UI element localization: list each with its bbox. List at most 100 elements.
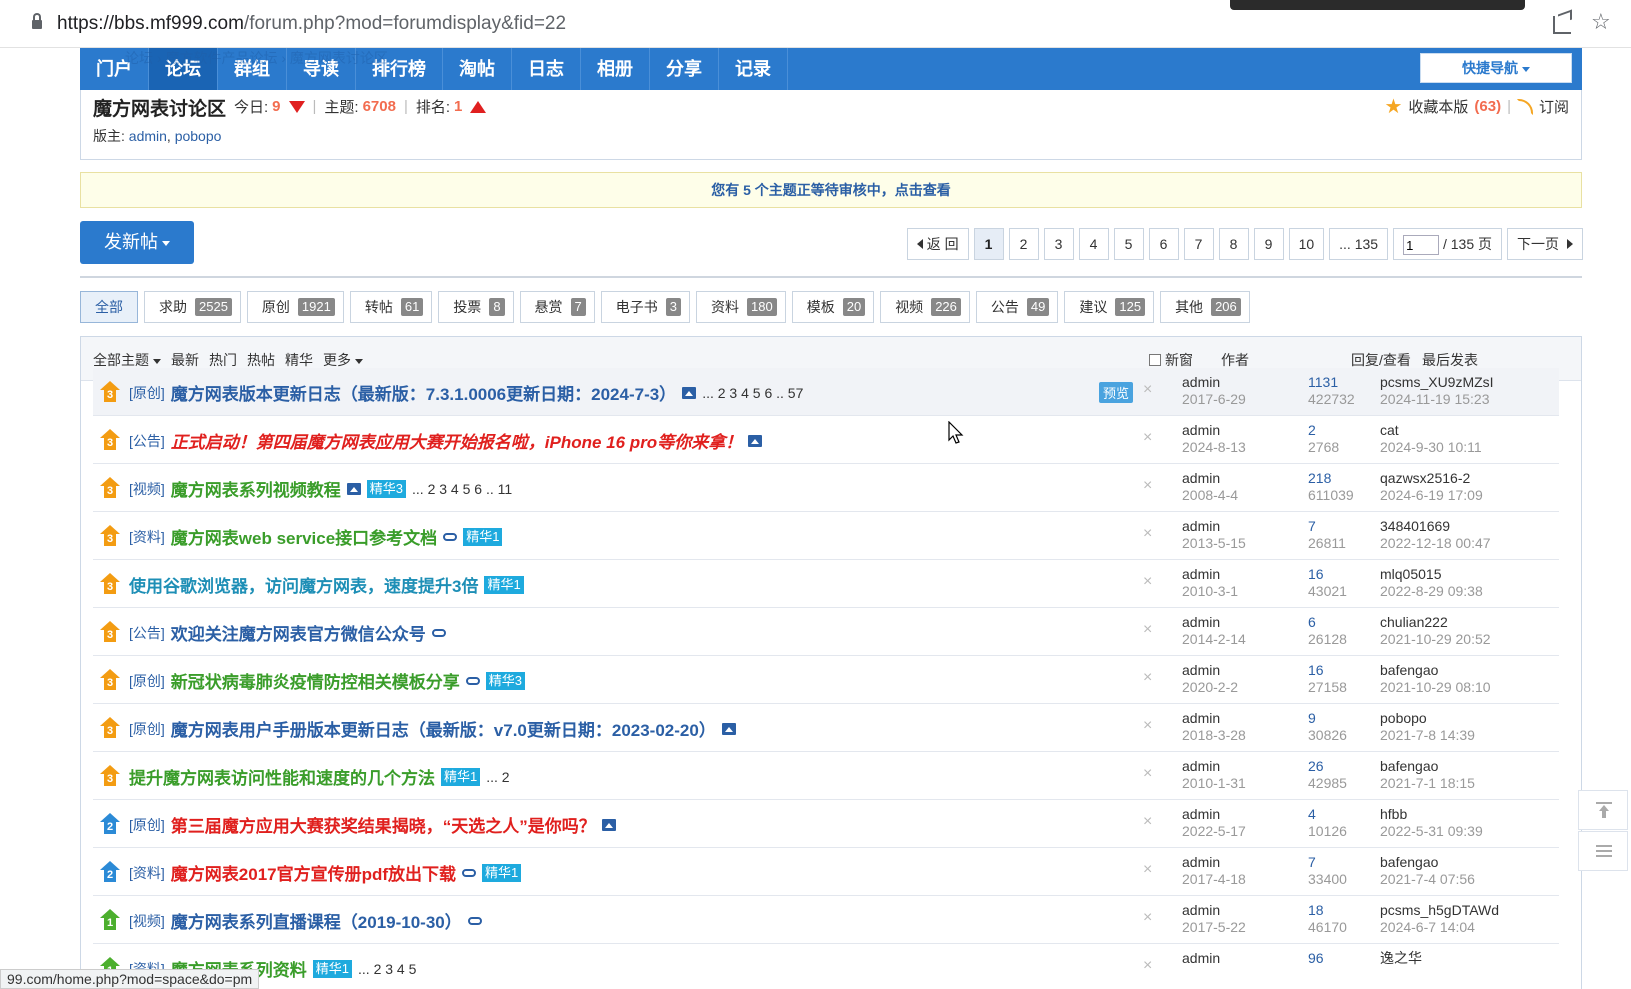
reply-count[interactable]: 6: [1308, 614, 1347, 631]
close-icon[interactable]: ×: [1143, 477, 1152, 495]
thread-row[interactable]: 3 [公告] 正式启动！第四届魔方网表应用大赛开始报名啦，iPhone 16 pro…: [93, 416, 1559, 464]
last-post-time[interactable]: 2022-5-31 09:39: [1380, 823, 1483, 840]
nav-item[interactable]: 相册: [581, 48, 650, 90]
thread-row[interactable]: 2 [资料] 魔方网表2017官方宣传册pdf放出下载 精华1 × admin 2017-4…: [93, 848, 1559, 896]
thread-row[interactable]: 3 [原创] 魔方网表版本更新日志（最新版：7.3.1.0006更新日期：2024-…: [93, 368, 1559, 416]
last-post-time[interactable]: 2022-12-18 00:47: [1380, 535, 1491, 552]
last-poster-link[interactable]: 逸之华: [1380, 950, 1422, 967]
thread-category-link[interactable]: [公告]: [129, 623, 165, 643]
page-link[interactable]: 4: [1078, 228, 1109, 260]
close-icon[interactable]: ×: [1143, 909, 1152, 927]
last-poster-link[interactable]: hfbb: [1380, 806, 1483, 823]
reply-count[interactable]: 218: [1308, 470, 1354, 487]
pager-back-button[interactable]: 返 回: [906, 228, 969, 260]
page-link[interactable]: 2: [1008, 228, 1039, 260]
last-post-time[interactable]: 2024-6-19 17:09: [1380, 487, 1483, 504]
last-poster-link[interactable]: bafengao: [1380, 854, 1475, 871]
subscribe-button[interactable]: 订阅: [1539, 96, 1569, 117]
page-link[interactable]: 6: [1148, 228, 1179, 260]
reply-count[interactable]: 9: [1308, 710, 1347, 727]
author-link[interactable]: admin: [1182, 374, 1246, 391]
last-post-time[interactable]: 2024-6-7 14:04: [1380, 919, 1499, 936]
type-filter[interactable]: 建议 125: [1064, 291, 1155, 323]
bookmark-star-icon[interactable]: ☆: [1591, 11, 1611, 33]
reply-count[interactable]: 1131: [1308, 374, 1355, 391]
last-post-time[interactable]: 2021-7-1 18:15: [1380, 775, 1475, 792]
preview-button[interactable]: 预览: [1099, 382, 1134, 403]
thread-category-link[interactable]: [资料]: [129, 527, 165, 547]
thread-row[interactable]: 3 提升魔方网表访问性能和速度的几个方法 精华1 ... 2 × admin 2010-1-…: [93, 752, 1559, 800]
thread-category-link[interactable]: [公告]: [129, 431, 165, 451]
author-link[interactable]: admin: [1182, 518, 1246, 535]
page-link[interactable]: ... 135: [1329, 228, 1389, 260]
type-filter[interactable]: 全部: [80, 291, 138, 323]
page-link[interactable]: 3: [1043, 228, 1074, 260]
close-icon[interactable]: ×: [1143, 621, 1152, 639]
thread-row[interactable]: 3 [原创] 新冠状病毒肺炎疫情防控相关模板分享 精华3 × admin 2020-2-2 1…: [93, 656, 1559, 704]
author-link[interactable]: admin: [1182, 902, 1246, 919]
type-filter[interactable]: 转帖 61: [349, 291, 433, 323]
thread-title-link[interactable]: 魔方网表web service接口参考文档: [171, 524, 437, 549]
last-post-time[interactable]: 2021-7-8 14:39: [1380, 727, 1475, 744]
moderator-link[interactable]: pobopo: [175, 128, 222, 144]
type-filter[interactable]: 公告 49: [975, 291, 1059, 323]
pager-next-button[interactable]: 下一页: [1507, 228, 1583, 260]
close-icon[interactable]: ×: [1143, 765, 1152, 783]
moderation-notice[interactable]: 您有 5 个主题正等待审核中，点击查看: [80, 172, 1582, 208]
page-link[interactable]: 5: [1113, 228, 1144, 260]
reply-count[interactable]: 26: [1308, 758, 1347, 775]
thread-category-link[interactable]: [原创]: [129, 815, 165, 835]
thread-row[interactable]: 3 [资料] 魔方网表web service接口参考文档 精华1 × admin 2013-…: [93, 512, 1559, 560]
page-link[interactable]: 9: [1253, 228, 1284, 260]
last-poster-link[interactable]: qazwsx2516-2: [1380, 470, 1483, 487]
thread-category-link[interactable]: [资料]: [129, 863, 165, 883]
last-post-time[interactable]: 2024-11-19 15:23: [1380, 391, 1494, 408]
close-icon[interactable]: ×: [1143, 813, 1152, 831]
type-filter[interactable]: 其他 206: [1160, 291, 1250, 323]
reply-count[interactable]: 4: [1308, 806, 1347, 823]
thread-page-links[interactable]: ... 2 3 4 5: [358, 961, 416, 977]
type-filter[interactable]: 原创 1921: [246, 291, 344, 323]
reply-count[interactable]: 96: [1308, 950, 1324, 967]
thread-page-links[interactable]: ... 2 3 4 5 6 .. 57: [702, 385, 803, 401]
type-filter[interactable]: 视频 226: [880, 291, 970, 323]
reply-count[interactable]: 7: [1308, 518, 1346, 535]
new-window-checkbox[interactable]: 新窗: [1149, 350, 1193, 370]
reply-count[interactable]: 16: [1308, 662, 1347, 679]
thread-row[interactable]: 1 [视频] 魔方网表系列直播课程（2019-10-30） × admin 2017-5-…: [93, 896, 1559, 944]
last-post-time[interactable]: 2024-9-30 10:11: [1380, 439, 1482, 456]
close-icon[interactable]: ×: [1143, 429, 1152, 447]
thread-category-link[interactable]: [原创]: [129, 671, 165, 691]
quick-nav-button[interactable]: 快捷导航: [1420, 53, 1572, 83]
last-poster-link[interactable]: 348401669: [1380, 518, 1491, 535]
thread-category-link[interactable]: [视频]: [129, 479, 165, 499]
page-link[interactable]: 10: [1288, 228, 1325, 260]
thread-title-link[interactable]: 魔方网表版本更新日志（最新版：7.3.1.0006更新日期：2024-7-3）: [171, 380, 676, 405]
list-view-button[interactable]: [1578, 831, 1628, 871]
thread-row[interactable]: 3 [视频] 魔方网表系列视频教程 精华3 ... 2 3 4 5 6 .. 11 × ad…: [93, 464, 1559, 512]
nav-item[interactable]: 日志: [512, 48, 581, 90]
last-poster-link[interactable]: chulian222: [1380, 614, 1491, 631]
type-filter[interactable]: 悬赏 7: [519, 291, 595, 323]
thread-page-links[interactable]: ... 2: [486, 769, 509, 785]
author-link[interactable]: admin: [1182, 710, 1246, 727]
filter-hot-posts[interactable]: 热帖: [247, 350, 275, 370]
last-post-time[interactable]: 2022-8-29 09:38: [1380, 583, 1483, 600]
last-post-time[interactable]: 2021-10-29 08:10: [1380, 679, 1491, 696]
author-link[interactable]: admin: [1182, 662, 1238, 679]
type-filter[interactable]: 求助 2525: [144, 291, 241, 323]
author-link[interactable]: admin: [1182, 806, 1246, 823]
thread-category-link[interactable]: [视频]: [129, 911, 165, 931]
author-link[interactable]: admin: [1182, 470, 1238, 487]
last-poster-link[interactable]: cat: [1380, 422, 1482, 439]
type-filter[interactable]: 电子书 3: [600, 291, 691, 323]
close-icon[interactable]: ×: [1143, 573, 1152, 591]
thread-category-link[interactable]: [原创]: [129, 719, 165, 739]
thread-row[interactable]: 2 [原创] 第三届魔方应用大赛获奖结果揭晓，“天选之人”是你吗？ × admin 202…: [93, 800, 1559, 848]
thread-title-link[interactable]: 使用谷歌浏览器，访问魔方网表，速度提升3倍: [129, 572, 478, 597]
filter-digest[interactable]: 精华: [285, 350, 313, 370]
thread-title-link[interactable]: 魔方网表系列直播课程（2019-10-30）: [171, 908, 462, 933]
thread-category-link[interactable]: [原创]: [129, 383, 165, 403]
close-icon[interactable]: ×: [1143, 957, 1152, 975]
nav-item[interactable]: 记录: [719, 48, 788, 90]
